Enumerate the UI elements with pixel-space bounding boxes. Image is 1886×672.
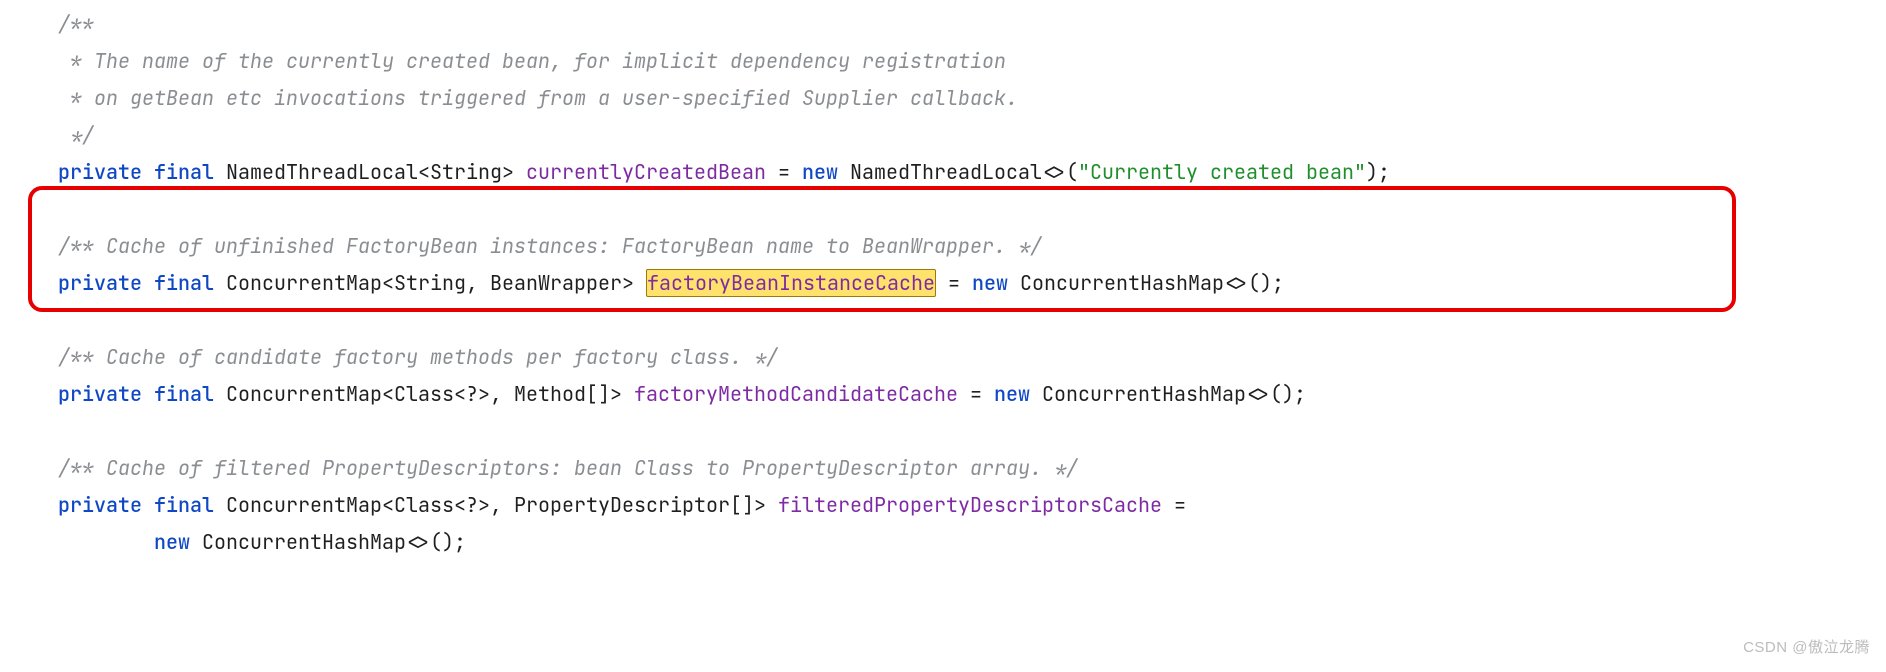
ctor-call: ConcurrentHashMap<>(); [1030, 381, 1306, 407]
keyword-final: final [154, 159, 214, 185]
type-text: ConcurrentMap<String, BeanWrapper> [214, 270, 646, 296]
javadoc-single: /** Cache of unfinished FactoryBean inst… [58, 233, 1042, 259]
field-name-highlighted: factoryBeanInstanceCache [646, 269, 936, 297]
blank-line [10, 413, 1886, 450]
field-declaration-cont: new ConcurrentHashMap<>(); [10, 524, 1886, 561]
comment-line: /** Cache of unfinished FactoryBean inst… [10, 228, 1886, 265]
field-declaration-highlighted: private final ConcurrentMap<String, Bean… [10, 265, 1886, 302]
ctor-call: ConcurrentHashMap<>(); [1008, 270, 1284, 296]
javadoc-single: /** Cache of filtered PropertyDescriptor… [58, 455, 1078, 481]
comment-line: /** Cache of candidate factory methods p… [10, 339, 1886, 376]
keyword-private: private [58, 270, 142, 296]
keyword-new: new [972, 270, 1008, 296]
assign: = [766, 159, 802, 185]
javadoc-line: * on getBean etc invocations triggered f… [58, 85, 1018, 111]
assign: = [958, 381, 994, 407]
blank-line [10, 302, 1886, 339]
keyword-new: new [154, 529, 190, 555]
keyword-new: new [994, 381, 1030, 407]
keyword-private: private [58, 381, 142, 407]
javadoc-close: */ [58, 122, 94, 148]
ctor-call: ConcurrentHashMap<>(); [190, 529, 466, 555]
watermark-text: CSDN @傲泣龙腾 [1743, 634, 1870, 662]
keyword-final: final [154, 381, 214, 407]
blank-line [10, 191, 1886, 228]
keyword-final: final [154, 270, 214, 296]
type-text: ConcurrentMap<Class<?>, PropertyDescript… [214, 492, 778, 518]
comment-line: * on getBean etc invocations triggered f… [10, 80, 1886, 117]
type-text: ConcurrentMap<Class<?>, Method[]> [214, 381, 634, 407]
ctor-call: NamedThreadLocal<>( [838, 159, 1078, 185]
field-name: currentlyCreatedBean [526, 159, 766, 185]
javadoc-single: /** Cache of candidate factory methods p… [58, 344, 778, 370]
javadoc-open: /** [58, 11, 94, 37]
type-text: NamedThreadLocal<String> [214, 159, 526, 185]
field-name: factoryMethodCandidateCache [634, 381, 958, 407]
comment-line: * The name of the currently created bean… [10, 43, 1886, 80]
comment-line: */ [10, 117, 1886, 154]
string-literal: "Currently created bean" [1078, 159, 1366, 185]
keyword-new: new [802, 159, 838, 185]
keyword-private: private [58, 159, 142, 185]
keyword-private: private [58, 492, 142, 518]
field-declaration: private final ConcurrentMap<Class<?>, Pr… [10, 487, 1886, 524]
javadoc-line: * The name of the currently created bean… [58, 48, 1006, 74]
assign: = [936, 270, 972, 296]
field-declaration: private final NamedThreadLocal<String> c… [10, 154, 1886, 191]
comment-line: /** Cache of filtered PropertyDescriptor… [10, 450, 1886, 487]
keyword-final: final [154, 492, 214, 518]
stmt-end: ); [1366, 159, 1390, 185]
assign: = [1162, 492, 1186, 518]
code-block: /** * The name of the currently created … [0, 0, 1886, 561]
comment-line: /** [10, 6, 1886, 43]
field-declaration: private final ConcurrentMap<Class<?>, Me… [10, 376, 1886, 413]
field-name: filteredPropertyDescriptorsCache [778, 492, 1162, 518]
